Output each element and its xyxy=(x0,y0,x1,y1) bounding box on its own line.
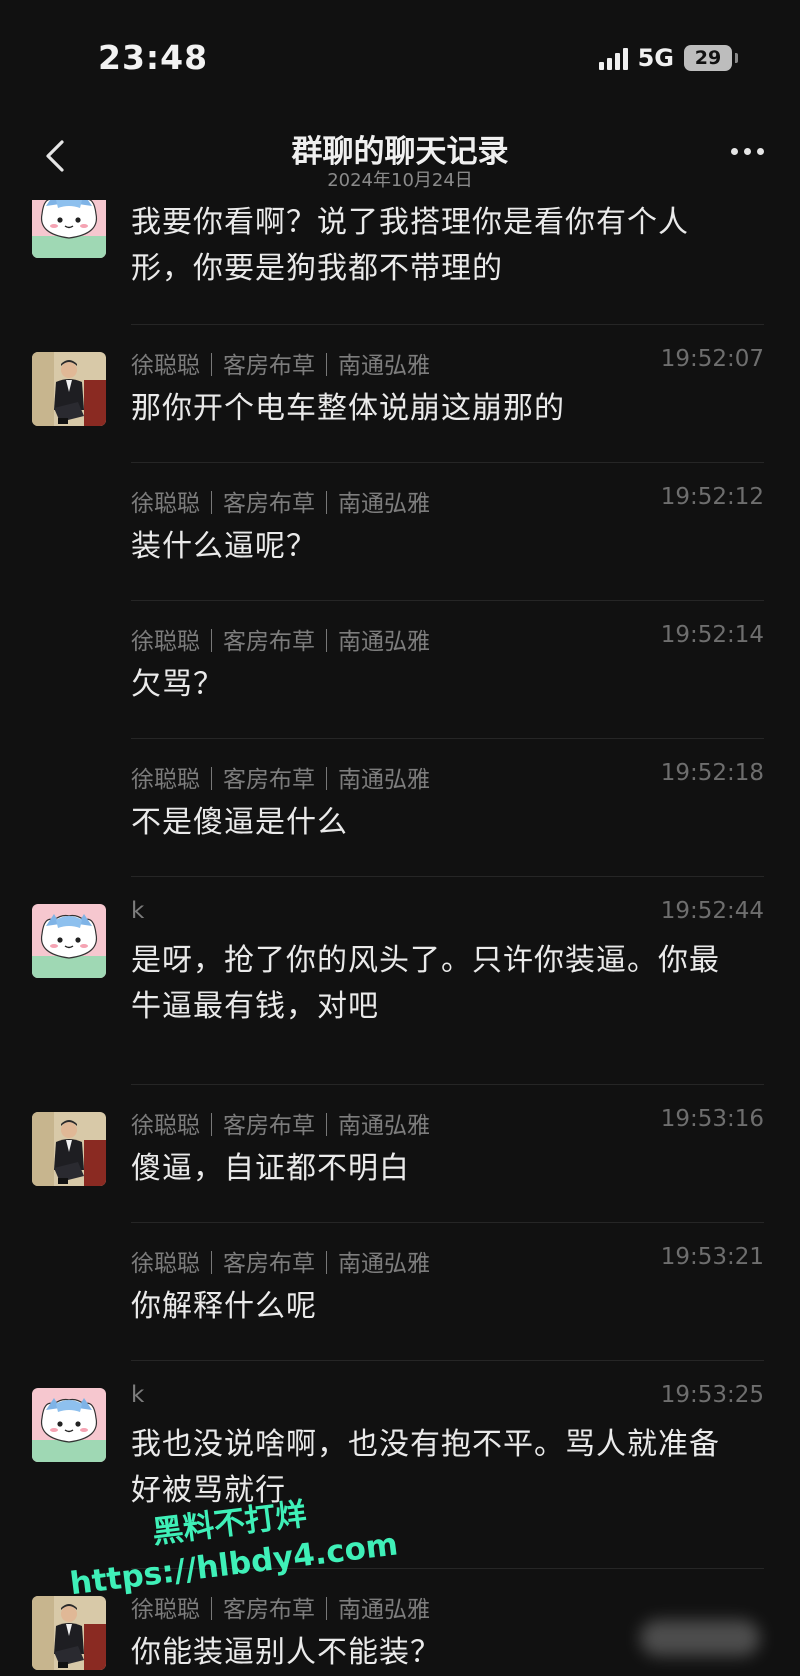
cat-avatar[interactable] xyxy=(32,904,106,978)
message-timestamp: 19:52:12 xyxy=(660,484,764,510)
man-avatar[interactable] xyxy=(32,1112,106,1186)
message-timestamp: 19:52:18 xyxy=(660,760,764,786)
page-title: 群聊的聊天记录 xyxy=(291,134,509,170)
man-avatar[interactable] xyxy=(32,352,106,426)
message-text: 我要你看啊？说了我搭理你是看你有个人 形，你要是狗我都不带理的 xyxy=(131,200,763,292)
message-timestamp: 19:52:14 xyxy=(660,622,764,648)
message-text: 不是傻逼是什么 xyxy=(131,800,763,846)
status-bar: 23:48 5G 29 xyxy=(0,0,800,118)
message-text-line: 形，你要是狗我都不带理的 xyxy=(131,251,503,286)
message-timestamp: 19:52:07 xyxy=(660,346,764,372)
message-text-line: 牛逼最有钱，对吧 xyxy=(131,989,379,1024)
more-icon[interactable] xyxy=(731,148,764,155)
blurred-area xyxy=(640,1620,760,1656)
sender-name: 徐聪聪｜客房布草｜南通弘雅 xyxy=(131,767,430,793)
nav-header: 群聊的聊天记录 2024年10月24日 xyxy=(0,118,800,200)
battery-icon: 29 xyxy=(684,45,738,71)
message-divider xyxy=(131,462,764,463)
message-divider xyxy=(131,1222,764,1223)
message-text: 装什么逼呢？ xyxy=(131,524,763,570)
message-divider xyxy=(131,738,764,739)
sender-name: k xyxy=(131,898,145,924)
status-indicators: 5G 29 xyxy=(598,44,738,72)
message-divider xyxy=(131,600,764,601)
message-text: 是呀，抢了你的风头了。只许你装逼。你最 牛逼最有钱，对吧 xyxy=(131,938,763,1030)
sender-name: 徐聪聪｜客房布草｜南通弘雅 xyxy=(131,1597,430,1623)
message-text-line: 傻逼，自证都不明白 xyxy=(131,1151,410,1186)
message-text: 傻逼，自证都不明白 xyxy=(131,1146,763,1192)
message-timestamp: 19:53:25 xyxy=(660,1382,764,1408)
message-text-line: 是呀，抢了你的风头了。只许你装逼。你最 xyxy=(131,943,720,978)
message-text: 欠骂？ xyxy=(131,662,763,708)
message-text: 你解释什么呢 xyxy=(131,1284,763,1330)
message-divider xyxy=(131,324,764,325)
message-text-line: 我也没说啥啊，也没有抱不平。骂人就准备 xyxy=(131,1427,720,1462)
message-text: 那你开个电车整体说崩这崩那的 xyxy=(131,386,763,432)
clock: 23:48 xyxy=(98,38,209,77)
network-type: 5G xyxy=(637,44,674,72)
sender-name: 徐聪聪｜客房布草｜南通弘雅 xyxy=(131,1251,430,1277)
battery-level: 29 xyxy=(694,47,722,69)
message-text-line: 欠骂？ xyxy=(131,667,224,702)
message-text-line: 我要你看啊？说了我搭理你是看你有个人 xyxy=(131,205,689,240)
watermark: 黑料不打烊 https://hlbdy4.com xyxy=(62,1478,400,1602)
message-timestamp: 19:52:44 xyxy=(660,898,764,924)
message-divider xyxy=(131,1360,764,1361)
page-date: 2024年10月24日 xyxy=(327,170,473,191)
signal-icon xyxy=(598,46,628,70)
message-divider xyxy=(131,1084,764,1085)
cat-avatar[interactable] xyxy=(32,1388,106,1462)
sender-name: 徐聪聪｜客房布草｜南通弘雅 xyxy=(131,353,430,379)
sender-name: 徐聪聪｜客房布草｜南通弘雅 xyxy=(131,629,430,655)
message-timestamp: 19:53:21 xyxy=(660,1244,764,1270)
sender-name: 徐聪聪｜客房布草｜南通弘雅 xyxy=(131,1113,430,1139)
message-text-line: 不是傻逼是什么 xyxy=(131,805,348,840)
sender-name: k xyxy=(131,1382,145,1408)
message-timestamp: 19:53:16 xyxy=(660,1106,764,1132)
message-text-line: 装什么逼呢？ xyxy=(131,529,317,564)
man-avatar[interactable] xyxy=(32,1596,106,1670)
sender-name: 徐聪聪｜客房布草｜南通弘雅 xyxy=(131,491,430,517)
message-text-line: 那你开个电车整体说崩这崩那的 xyxy=(131,391,565,426)
message-text-line: 你解释什么呢 xyxy=(131,1289,317,1324)
message-divider xyxy=(131,876,764,877)
